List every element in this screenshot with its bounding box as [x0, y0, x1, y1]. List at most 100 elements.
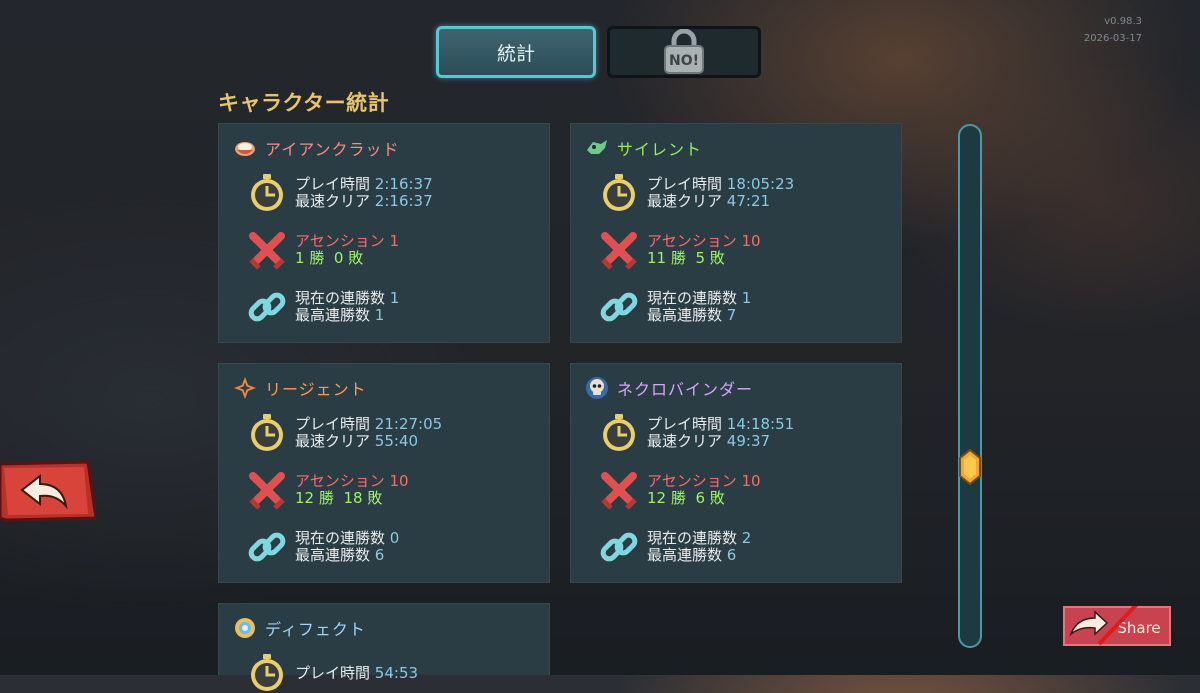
scrollbar-track[interactable]: [958, 124, 982, 648]
losses-value: 5: [695, 249, 705, 267]
best-streak-value: 6: [726, 546, 737, 564]
character-name: ディフェクト: [265, 620, 366, 639]
current-streak-value: 0: [389, 529, 400, 547]
ascension-label: アセンション: [647, 472, 737, 490]
losses-label: 敗: [709, 489, 725, 507]
current-streak-value: 2: [741, 529, 752, 547]
version-number: v0.98.3: [1104, 16, 1142, 27]
lock-icon: NO!: [664, 29, 704, 74]
scrollbar-thumb[interactable]: [958, 449, 982, 485]
playtime-value: 21:27:05: [374, 415, 443, 433]
losses-value: 0: [333, 249, 344, 267]
crossed-swords-icon: [249, 232, 285, 270]
share-button[interactable]: Share: [1063, 606, 1171, 646]
wins-value: 11: [647, 249, 667, 267]
losses-label: 敗: [709, 249, 725, 267]
ascension-value: 10: [389, 472, 409, 490]
crossed-swords-icon: [249, 472, 285, 510]
ascension-value: 10: [741, 472, 761, 490]
wins-value: 1: [295, 249, 305, 267]
losses-label: 敗: [348, 249, 364, 267]
best-streak-label: 最高連勝数: [647, 546, 723, 564]
playtime-label: プレイ時間: [295, 175, 371, 193]
ascension-label: アセンション: [295, 472, 385, 490]
crossed-swords-icon: [601, 472, 637, 510]
version-date: 2026-03-17: [1083, 33, 1142, 44]
lock-label: NO!: [669, 53, 699, 69]
playtime-label: プレイ時間: [295, 415, 371, 433]
fastest-clear-label: 最速クリア: [647, 192, 723, 210]
ascension-label: アセンション: [647, 232, 737, 250]
current-streak-label: 現在の連勝数: [295, 529, 386, 547]
version-info: v0.98.3 2026-03-17: [1084, 13, 1142, 47]
character-name: サイレント: [617, 140, 703, 159]
losses-value: 18: [343, 489, 363, 507]
share-label: Share: [1117, 619, 1160, 637]
best-streak-value: 6: [374, 546, 385, 564]
wins-label: 勝: [309, 249, 325, 267]
stopwatch-icon: [603, 414, 635, 451]
playtime-value: 18:05:23: [726, 175, 795, 193]
fastest-clear-value: 47:21: [726, 192, 771, 210]
character-card-defect: ディフェクト プレイ時間 54:53: [218, 603, 550, 691]
tab-stats[interactable]: 統計: [436, 26, 596, 78]
tab-locked[interactable]: NO!: [607, 26, 761, 78]
playtime-value: 2:16:37: [374, 175, 433, 193]
fastest-clear-label: 最速クリア: [295, 432, 371, 450]
best-streak-value: 1: [374, 306, 385, 324]
wins-label: 勝: [670, 249, 686, 267]
best-streak-value: 7: [726, 306, 737, 324]
losses-value: 6: [695, 489, 705, 507]
stopwatch-icon: [251, 174, 283, 211]
regent-icon: [234, 377, 256, 399]
playtime-label: プレイ時間: [647, 415, 723, 433]
losses-label: 敗: [367, 489, 383, 507]
back-button[interactable]: [0, 460, 96, 522]
ironclad-icon: [235, 142, 255, 156]
character-card-silent: サイレント プレイ時間 18:05:23 最速クリア 47:21 アセンション …: [570, 123, 902, 343]
fastest-clear-value: 55:40: [374, 432, 419, 450]
stopwatch-icon: [251, 654, 283, 691]
ascension-value: 10: [741, 232, 761, 250]
best-streak-label: 最高連勝数: [647, 306, 723, 324]
chain-link-icon: [600, 532, 638, 562]
fastest-clear-label: 最速クリア: [295, 192, 371, 210]
current-streak-label: 現在の連勝数: [647, 289, 738, 307]
stopwatch-icon: [251, 414, 283, 451]
defect-orb-icon: [235, 618, 255, 638]
playtime-value: 14:18:51: [726, 415, 795, 433]
fastest-clear-label: 最速クリア: [647, 432, 723, 450]
character-name: ネクロバインダー: [617, 380, 754, 399]
stopwatch-icon: [603, 174, 635, 211]
character-card-necrobinder: ネクロバインダー プレイ時間 14:18:51 最速クリア 49:37 アセンシ…: [570, 363, 902, 583]
ascension-label: アセンション: [295, 232, 385, 250]
playtime-label: プレイ時間: [295, 663, 371, 682]
wins-label: 勝: [670, 489, 686, 507]
current-streak-label: 現在の連勝数: [647, 529, 738, 547]
fastest-clear-value: 49:37: [726, 432, 771, 450]
current-streak-value: 1: [741, 289, 752, 307]
tab-stats-label: 統計: [496, 42, 535, 65]
character-name: リージェント: [265, 380, 367, 399]
chain-link-icon: [248, 532, 286, 562]
crossed-swords-icon: [601, 232, 637, 270]
ascension-value: 1: [389, 232, 400, 250]
current-streak-label: 現在の連勝数: [295, 289, 386, 307]
best-streak-label: 最高連勝数: [295, 546, 371, 564]
character-name: アイアンクラッド: [265, 140, 400, 159]
section-title: キャラクター統計: [218, 91, 390, 115]
wins-value: 12: [295, 489, 315, 507]
current-streak-value: 1: [389, 289, 400, 307]
fastest-clear-value: 2:16:37: [374, 192, 433, 210]
wins-label: 勝: [318, 489, 334, 507]
playtime-label: プレイ時間: [647, 175, 723, 193]
character-card-regent: リージェント プレイ時間 21:27:05 最速クリア 55:40 アセンション…: [218, 363, 550, 583]
playtime-value: 54:53: [374, 663, 419, 682]
character-card-ironclad: アイアンクラッド プレイ時間 2:16:37 最速クリア 2:16:37 アセン…: [218, 123, 550, 343]
wins-value: 12: [647, 489, 667, 507]
silent-icon: [587, 140, 607, 154]
chain-link-icon: [600, 292, 638, 322]
chain-link-icon: [248, 292, 286, 322]
skull-icon: [586, 377, 608, 399]
best-streak-label: 最高連勝数: [295, 306, 371, 324]
